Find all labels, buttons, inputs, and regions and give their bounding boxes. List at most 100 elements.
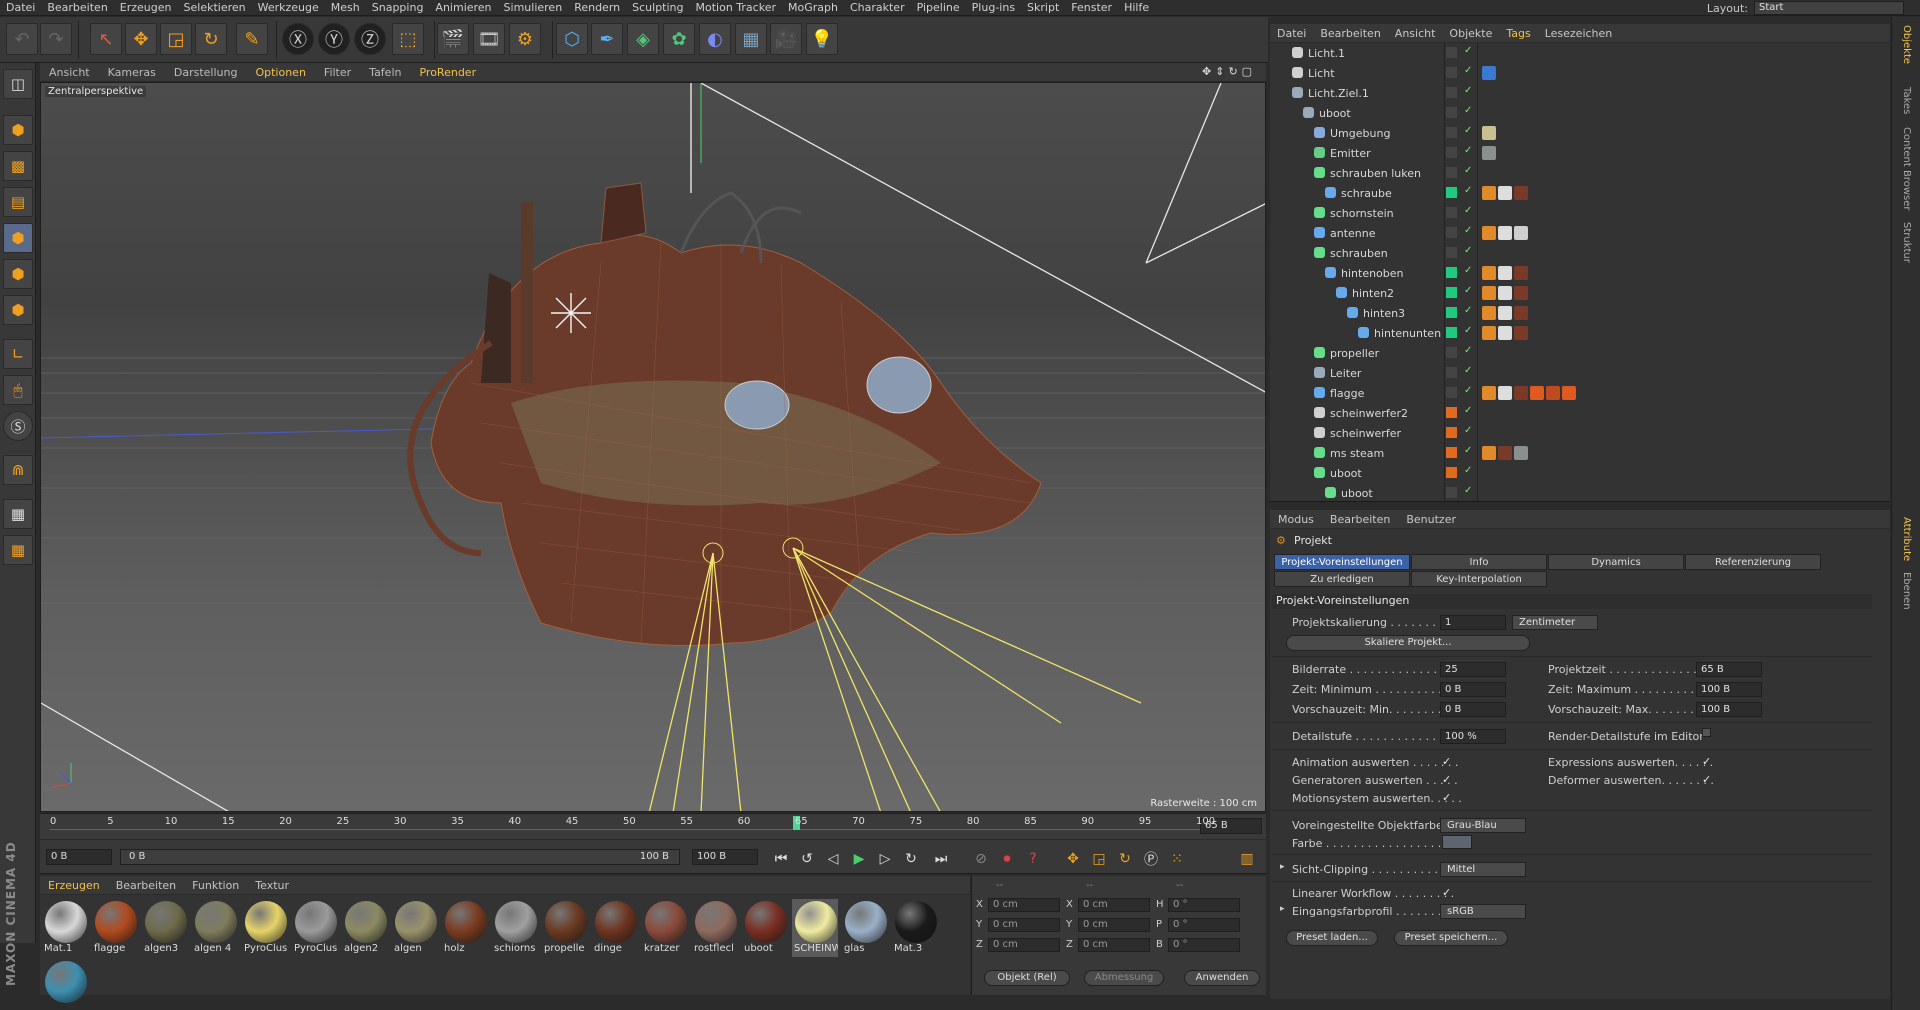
menu-werkzeuge[interactable]: Werkzeuge xyxy=(252,1,325,14)
layout-selector[interactable]: Layout: Start xyxy=(1707,1,1904,15)
tab-key-interpolation[interactable]: Key-Interpolation xyxy=(1411,571,1547,587)
material-item[interactable]: algen2 xyxy=(342,899,388,957)
material-tag-icon[interactable] xyxy=(1482,286,1496,300)
object-row[interactable]: propeller ✓ xyxy=(1270,343,1890,363)
points-mode-icon[interactable]: ⬢ xyxy=(3,223,33,253)
menu-rendern[interactable]: Rendern xyxy=(568,1,626,14)
solo-mode-icon[interactable]: Ⓢ xyxy=(3,411,33,441)
snapping-icon[interactable]: ⋒ xyxy=(3,455,33,485)
material-menu-funktion[interactable]: Funktion xyxy=(184,879,247,892)
render-settings-icon[interactable]: ⚙ xyxy=(509,23,541,55)
menu-charakter[interactable]: Charakter xyxy=(844,1,911,14)
object-enabled-icon[interactable]: ✓ xyxy=(1464,265,1472,276)
menu-plug-ins[interactable]: Plug-ins xyxy=(966,1,1021,14)
menu-datei[interactable]: Datei xyxy=(0,1,41,14)
menu-hilfe[interactable]: Hilfe xyxy=(1118,1,1155,14)
object-enabled-icon[interactable]: ✓ xyxy=(1464,365,1472,376)
scale-project-button[interactable]: Skaliere Projekt... xyxy=(1286,635,1530,651)
move-tool-icon[interactable]: ✥ xyxy=(125,23,157,55)
material-item[interactable]: holz xyxy=(442,899,488,957)
object-row[interactable]: hinten3 ✓ xyxy=(1270,303,1890,323)
material-tag-icon[interactable] xyxy=(1482,186,1496,200)
rotate-tool-icon[interactable]: ↻ xyxy=(195,23,227,55)
light-icon[interactable]: 💡 xyxy=(806,23,838,55)
material-tag-icon[interactable] xyxy=(1482,266,1496,280)
material-tag-icon[interactable] xyxy=(1514,266,1528,280)
material-list[interactable]: Mat.1 flagge algen3 algen 4 PyroClus PyroClus… xyxy=(40,895,970,1003)
material-tag-icon[interactable] xyxy=(1482,326,1496,340)
coord-field[interactable]: 0 cm xyxy=(988,938,1060,952)
play-icon[interactable]: ▶ xyxy=(848,848,870,870)
nurbs-icon[interactable]: ◈ xyxy=(627,23,659,55)
object-row[interactable]: uboot ✓ xyxy=(1270,483,1890,501)
key-scale-icon[interactable]: ◲ xyxy=(1088,848,1110,870)
redo-icon[interactable]: ↷ xyxy=(40,23,72,55)
object-menu-datei[interactable]: Datei xyxy=(1270,27,1313,40)
planar-workplane-icon[interactable]: ▦ xyxy=(3,535,33,565)
tab-dynamics[interactable]: Dynamics xyxy=(1548,554,1684,570)
attribute-menu-modus[interactable]: Modus xyxy=(1270,513,1322,526)
object-enabled-icon[interactable]: ✓ xyxy=(1464,345,1472,356)
object-enabled-icon[interactable]: ✓ xyxy=(1464,45,1472,56)
coord-mode-dropdown[interactable]: Objekt (Rel) xyxy=(984,970,1070,986)
menu-mograph[interactable]: MoGraph xyxy=(782,1,844,14)
material-tag-icon[interactable] xyxy=(1482,66,1496,80)
right-tab-objekte[interactable]: Objekte xyxy=(1901,25,1912,64)
material-tag-icon[interactable] xyxy=(1562,386,1576,400)
material-tag-icon[interactable] xyxy=(1498,306,1512,320)
material-tag-icon[interactable] xyxy=(1546,386,1560,400)
object-enabled-icon[interactable]: ✓ xyxy=(1464,405,1472,416)
menu-bearbeiten[interactable]: Bearbeiten xyxy=(41,1,113,14)
object-menu-lesezeichen[interactable]: Lesezeichen xyxy=(1538,27,1620,40)
cube-object-icon[interactable]: ⬡ xyxy=(556,23,588,55)
object-row[interactable]: schrauben luken ✓ xyxy=(1270,163,1890,183)
menu-motion-tracker[interactable]: Motion Tracker xyxy=(690,1,782,14)
3d-viewport[interactable]: Zentralperspektive Rasterweite : 100 cm xyxy=(40,82,1266,812)
menu-fenster[interactable]: Fenster xyxy=(1065,1,1118,14)
tab-info[interactable]: Info xyxy=(1411,554,1547,570)
object-enabled-icon[interactable]: ✓ xyxy=(1464,205,1472,216)
material-tag-icon[interactable] xyxy=(1514,286,1528,300)
material-tag-icon[interactable] xyxy=(1498,186,1512,200)
scale-unit-dropdown[interactable]: Zentimeter xyxy=(1512,615,1598,630)
material-item[interactable] xyxy=(42,959,88,1010)
material-item[interactable]: algen3 xyxy=(142,899,188,957)
coord-field[interactable]: 0 cm xyxy=(1078,938,1150,952)
x-axis-lock-icon[interactable]: Ⓧ xyxy=(282,23,314,55)
material-menu-bearbeiten[interactable]: Bearbeiten xyxy=(108,879,184,892)
object-color-dropdown[interactable]: Grau-Blau xyxy=(1440,818,1526,833)
object-row[interactable]: uboot ✓ xyxy=(1270,103,1890,123)
object-enabled-icon[interactable]: ✓ xyxy=(1464,225,1472,236)
material-item[interactable]: propelle xyxy=(542,899,588,957)
apply-button[interactable]: Anwenden xyxy=(1184,970,1260,986)
pan-icon[interactable]: ✥ xyxy=(1202,65,1211,78)
material-item[interactable]: algen xyxy=(392,899,438,957)
time-min-field[interactable]: 0 B xyxy=(1440,682,1506,697)
material-tag-icon[interactable] xyxy=(1530,386,1544,400)
object-enabled-icon[interactable]: ✓ xyxy=(1464,465,1472,476)
spline-pen-icon[interactable]: ✒ xyxy=(591,23,623,55)
object-enabled-icon[interactable]: ✓ xyxy=(1464,145,1472,156)
menu-mesh[interactable]: Mesh xyxy=(325,1,366,14)
time-max-field[interactable]: 100 B xyxy=(1696,682,1762,697)
material-tag-icon[interactable] xyxy=(1498,226,1512,240)
material-item[interactable]: kratzer xyxy=(642,899,688,957)
scale-tool-icon[interactable]: ◲ xyxy=(160,23,192,55)
material-tag-icon[interactable] xyxy=(1498,386,1512,400)
material-tag-icon[interactable] xyxy=(1498,446,1512,460)
prev-key-icon[interactable]: ↺ xyxy=(796,848,818,870)
object-row[interactable]: scheinwerfer ✓ xyxy=(1270,423,1890,443)
eval-deformers-checkbox[interactable]: ✓ xyxy=(1702,773,1711,786)
viewport-menu-ansicht[interactable]: Ansicht xyxy=(40,66,99,79)
material-tag-icon[interactable] xyxy=(1514,326,1528,340)
coord-field[interactable]: 0 cm xyxy=(988,918,1060,932)
menu-erzeugen[interactable]: Erzeugen xyxy=(114,1,178,14)
material-tag-icon[interactable] xyxy=(1482,306,1496,320)
record-keys-icon[interactable]: ⊘ xyxy=(970,848,992,870)
object-enabled-icon[interactable]: ✓ xyxy=(1464,285,1472,296)
object-enabled-icon[interactable]: ✓ xyxy=(1464,445,1472,456)
object-row[interactable]: scheinwerfer2 ✓ xyxy=(1270,403,1890,423)
menu-snapping[interactable]: Snapping xyxy=(366,1,430,14)
floor-icon[interactable]: ▦ xyxy=(735,23,767,55)
eval-motion-checkbox[interactable]: ✓ xyxy=(1442,791,1451,804)
